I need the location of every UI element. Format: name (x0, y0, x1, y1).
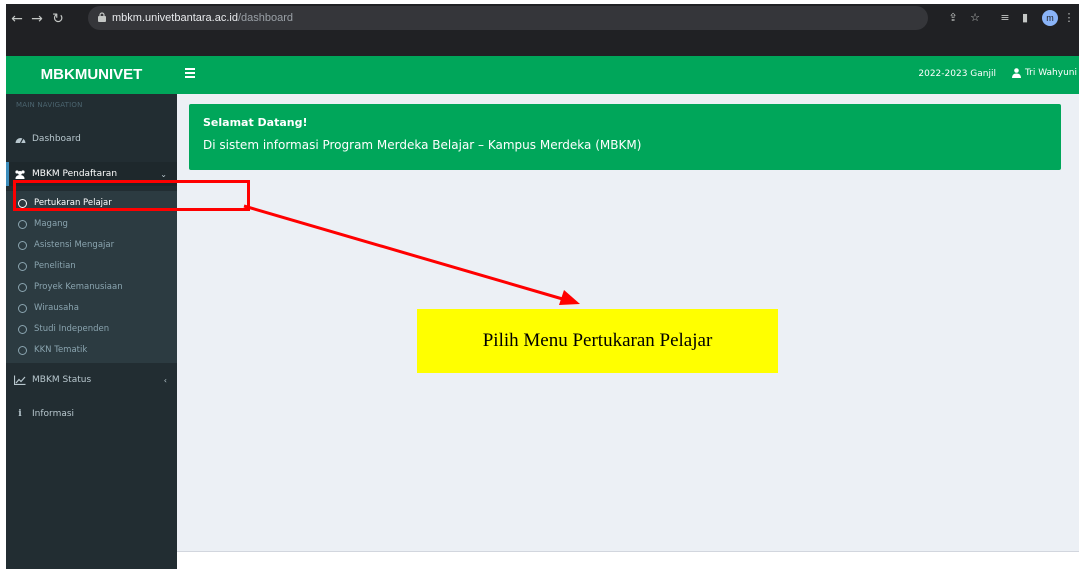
submenu-item-asistensi-mengajar[interactable]: Asistensi Mengajar (6, 235, 177, 255)
semester-label: 2022-2023 Ganjil (918, 69, 996, 79)
circle-icon (18, 240, 27, 250)
sidebar-item-label: MBKM Status (32, 375, 92, 385)
screen: ← → ↻ mbkm.univetbantara.ac.id/dashboard… (6, 4, 1079, 569)
brand-suffix: UNIVET (87, 66, 143, 83)
dashboard-icon (14, 133, 26, 145)
sidebar-toggle-icon[interactable] (185, 68, 195, 78)
back-icon[interactable]: ← (8, 10, 26, 28)
top-navbar: 2022-2023 Ganjil Tri Wahyuni (177, 56, 1079, 94)
forward-icon[interactable]: → (28, 10, 46, 28)
info-icon: i (18, 409, 22, 419)
submenu-item-label: Asistensi Mengajar (34, 240, 115, 250)
sidebar-item-mbkm-status[interactable]: MBKM Status ‹ (6, 368, 177, 392)
share-icon[interactable]: ⇪ (946, 11, 960, 25)
chevron-left-icon: ‹ (163, 375, 167, 385)
pendaftaran-submenu: Pertukaran Pelajar Magang Asistensi Meng… (6, 191, 177, 363)
annotation-callout: Pilih Menu Pertukaran Pelajar (417, 309, 778, 373)
app-logo[interactable]: MBKMUNIVET (6, 56, 177, 94)
sidebar-item-informasi[interactable]: i Informasi (6, 402, 177, 426)
page-footer (177, 551, 1079, 569)
brand-prefix: MBKM (40, 66, 88, 83)
user-name: Tri Wahyuni (1024, 68, 1077, 78)
circle-icon (18, 345, 27, 355)
circle-icon (18, 261, 27, 271)
url-text: mbkm.univetbantara.ac.id/dashboard (112, 12, 293, 24)
sidebar: MAIN NAVIGATION Dashboard MBKM Pendaftar… (6, 94, 177, 569)
browser-menu-icon[interactable]: ⋮ (1062, 11, 1076, 25)
side-panel-icon[interactable]: ▮ (1018, 11, 1032, 25)
submenu-item-penelitian[interactable]: Penelitian (6, 256, 177, 276)
reading-list-icon[interactable]: ≡ (998, 11, 1012, 25)
welcome-callout: Selamat Datang! Di sistem informasi Prog… (189, 104, 1061, 170)
sidebar-item-label: MBKM Pendaftaran (32, 169, 118, 179)
submenu-item-magang[interactable]: Magang (6, 214, 177, 234)
line-chart-icon (14, 374, 26, 386)
browser-toolbar: ← → ↻ mbkm.univetbantara.ac.id/dashboard… (6, 4, 1079, 56)
submenu-item-label: Proyek Kemanusiaan (34, 282, 123, 292)
user-icon (1011, 68, 1021, 78)
circle-icon (18, 219, 27, 229)
profile-avatar[interactable]: m (1042, 10, 1058, 26)
welcome-text: Di sistem informasi Program Merdeka Bela… (203, 138, 642, 152)
submenu-item-label: Studi Independen (34, 324, 110, 334)
submenu-item-label: KKN Tematik (34, 345, 88, 355)
welcome-title: Selamat Datang! (203, 116, 308, 129)
submenu-item-proyek-kemanusiaan[interactable]: Proyek Kemanusiaan (6, 277, 177, 297)
bookmark-star-icon[interactable]: ☆ (968, 11, 982, 25)
lock-icon (98, 12, 106, 22)
sidebar-item-label: Dashboard (32, 134, 81, 144)
chevron-down-icon: ⌄ (160, 169, 167, 179)
user-menu[interactable]: Tri Wahyuni (1011, 68, 1077, 78)
circle-icon (18, 303, 27, 313)
circle-icon (18, 324, 27, 334)
nav-header: MAIN NAVIGATION (16, 101, 83, 109)
sidebar-item-label: Informasi (32, 409, 75, 419)
reload-icon[interactable]: ↻ (49, 10, 67, 28)
submenu-item-wirausaha[interactable]: Wirausaha (6, 298, 177, 318)
submenu-item-label: Magang (34, 219, 68, 229)
submenu-item-studi-independen[interactable]: Studi Independen (6, 319, 177, 339)
url-path: /dashboard (237, 12, 293, 24)
circle-icon (18, 282, 27, 292)
submenu-item-kkn-tematik[interactable]: KKN Tematik (6, 340, 177, 360)
annotation-highlight-box (13, 180, 250, 211)
users-icon (14, 168, 26, 180)
url-host: mbkm.univetbantara.ac.id (112, 12, 238, 24)
submenu-item-label: Penelitian (34, 261, 76, 271)
sidebar-item-dashboard[interactable]: Dashboard (6, 127, 177, 151)
submenu-item-label: Wirausaha (34, 303, 79, 313)
